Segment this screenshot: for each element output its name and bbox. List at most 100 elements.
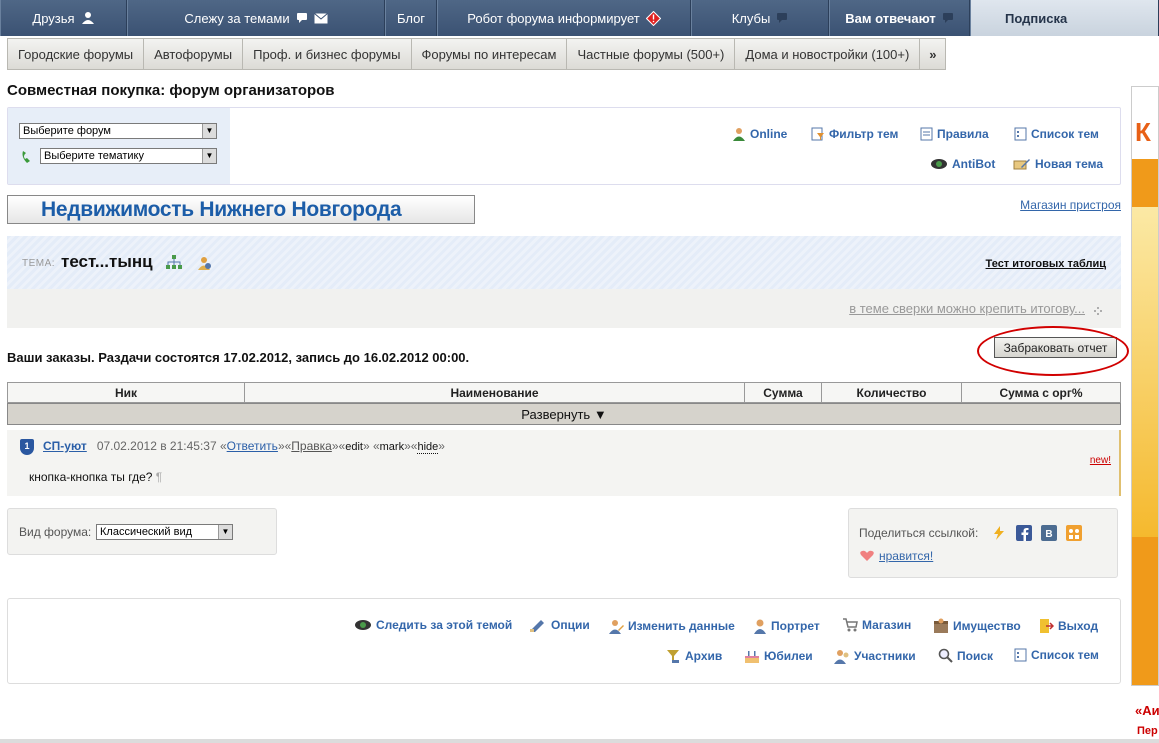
user-icon: [81, 12, 94, 24]
nav-blog[interactable]: Блог: [385, 0, 437, 36]
user-icon: [754, 619, 766, 634]
tab-interest-forums[interactable]: Форумы по интересам: [411, 38, 568, 70]
hide-action[interactable]: hide: [417, 441, 439, 454]
mark-action[interactable]: mark: [380, 441, 404, 453]
mail-icon: [313, 12, 328, 23]
tree-structure-icon[interactable]: [166, 255, 182, 269]
topic-list-link[interactable]: Список тем: [1014, 127, 1099, 141]
forum-select-value: Выберите форум: [23, 125, 111, 137]
facebook-icon[interactable]: [1016, 525, 1032, 541]
edit-action[interactable]: edit: [345, 441, 363, 453]
rank-badge: 1: [20, 439, 34, 455]
rules-link[interactable]: Правила: [920, 127, 989, 141]
col-name[interactable]: Наименование: [245, 383, 745, 402]
orders-info: Ваши заказы. Раздачи состоятся 17.02.201…: [7, 350, 470, 365]
members-label: Участники: [854, 649, 916, 663]
pinned-note-link[interactable]: в теме сверки можно крепить итогову...: [849, 301, 1085, 316]
post-author[interactable]: СП-уют: [43, 439, 87, 453]
warning-icon: [645, 10, 661, 26]
vkontakte-icon[interactable]: B: [1041, 525, 1057, 541]
like-label: нравится!: [879, 549, 934, 563]
portrait-label: Портрет: [771, 619, 820, 633]
search-link[interactable]: Поиск: [938, 648, 993, 663]
col-sum-org[interactable]: Сумма с орг%: [962, 383, 1121, 402]
users-icon[interactable]: [196, 255, 212, 271]
members-link[interactable]: Участники: [834, 648, 916, 664]
filter-link[interactable]: Фильтр тем: [811, 127, 898, 141]
side-advertisement[interactable]: К: [1131, 86, 1159, 686]
forum-banner[interactable]: Недвижимость Нижнего Новгорода: [7, 195, 475, 224]
archive-link[interactable]: Архив: [665, 648, 722, 664]
rules-label: Правила: [937, 127, 989, 141]
watch-topic-label: Следить за этой темой: [376, 618, 513, 632]
speech-bubble-icon: [777, 13, 788, 23]
list-icon: [1014, 648, 1027, 662]
nav-clubs-label: Клубы: [731, 10, 771, 26]
online-link[interactable]: Online: [732, 127, 787, 141]
list-icon: [1014, 127, 1027, 141]
tab-auto-forums[interactable]: Автофорумы: [144, 38, 244, 70]
tab-more-button[interactable]: »: [920, 38, 947, 70]
bottom-menu: Следить за этой темой Опции Изменить дан…: [7, 598, 1121, 684]
logout-link[interactable]: Выход: [1038, 618, 1098, 634]
banner-text: Недвижимость Нижнего Новгорода: [41, 197, 402, 221]
pencil-icon: [530, 620, 544, 632]
filter-icon: [811, 127, 824, 141]
odnoklassniki-icon[interactable]: [1066, 525, 1082, 541]
like-link[interactable]: нравится!: [859, 549, 933, 563]
property-link[interactable]: Имущество: [933, 618, 1021, 634]
col-sum[interactable]: Сумма: [745, 383, 822, 402]
change-data-link[interactable]: Изменить данные: [608, 618, 735, 634]
new-badge[interactable]: new!: [1090, 455, 1111, 466]
forum-view-panel: Вид форума: Классический вид ▼: [7, 508, 277, 555]
page-title: Совместная покупка: форум организаторов: [7, 82, 335, 99]
tab-business-forums[interactable]: Проф. и бизнес форумы: [243, 38, 412, 70]
view-label: Вид форума:: [19, 525, 92, 539]
nav-friends-label: Друзья: [32, 10, 75, 26]
view-select-value: Классический вид: [100, 526, 193, 538]
col-nick[interactable]: Ник: [7, 383, 245, 402]
ad-image: [1132, 207, 1158, 537]
portrait-link[interactable]: Портрет: [753, 618, 820, 634]
nav-friends[interactable]: Друзья: [0, 0, 127, 36]
forum-select[interactable]: Выберите форум ▼: [19, 123, 217, 139]
horizontal-scrollbar[interactable]: [0, 739, 1159, 743]
expand-button[interactable]: Развернуть ▼: [7, 403, 1121, 425]
view-select[interactable]: Классический вид ▼: [96, 524, 233, 540]
post-body: кнопка-кнопка ты где?: [29, 470, 153, 484]
nav-subscription-label: Подписка: [1005, 10, 1068, 26]
shop-link[interactable]: Магазин пристроя: [1020, 198, 1121, 212]
share-panel: Поделиться ссылкой: B нравится!: [848, 508, 1118, 578]
bottom-topic-list-link[interactable]: Список тем: [1014, 648, 1099, 662]
forum-category-tabs: Городские форумы Автофорумы Проф. и бизн…: [7, 38, 947, 70]
col-quantity[interactable]: Количество: [822, 383, 962, 402]
nav-subscription[interactable]: Подписка: [970, 0, 1159, 36]
edit-link[interactable]: Правка: [291, 439, 332, 453]
ad-logo-letter: К: [1135, 117, 1151, 147]
nav-followed-topics[interactable]: Слежу за темами: [127, 0, 385, 36]
theme-select[interactable]: Выберите тематику ▼: [40, 148, 217, 164]
nav-forum-robot[interactable]: Робот форума информирует: [437, 0, 691, 36]
shop-menu-link[interactable]: Магазин: [842, 618, 911, 632]
nav-clubs[interactable]: Клубы: [691, 0, 829, 36]
antibot-link[interactable]: AntiBot: [930, 157, 995, 171]
selector-area: [8, 108, 230, 184]
new-topic-link[interactable]: Новая тема: [1013, 157, 1103, 171]
test-tables-link[interactable]: Тест итоговых таблиц: [986, 258, 1106, 270]
bottom-topic-list-label: Список тем: [1031, 648, 1099, 662]
top-navigation: Друзья Слежу за темами Блог Робот форума…: [0, 0, 1159, 36]
ad-caption[interactable]: «Аи: [1135, 703, 1159, 718]
change-data-label: Изменить данные: [628, 619, 735, 633]
ad-caption-2[interactable]: Пер: [1137, 725, 1158, 737]
jubilee-link[interactable]: Юбилеи: [744, 648, 813, 664]
nav-replies[interactable]: Вам отвечают: [829, 0, 970, 36]
orders-table-header: Ник Наименование Сумма Количество Сумма …: [7, 382, 1121, 403]
reply-link[interactable]: Ответить: [227, 439, 278, 453]
post-text: кнопка-кнопка ты где? ¶: [29, 470, 162, 484]
watch-topic-link[interactable]: Следить за этой темой: [354, 618, 512, 632]
tab-houses-forums[interactable]: Дома и новостройки (100+): [735, 38, 921, 70]
lightning-icon[interactable]: [991, 525, 1007, 541]
tab-private-forums[interactable]: Частные форумы (500+): [567, 38, 736, 70]
tab-city-forums[interactable]: Городские форумы: [7, 38, 145, 70]
options-link[interactable]: Опции: [529, 618, 590, 632]
